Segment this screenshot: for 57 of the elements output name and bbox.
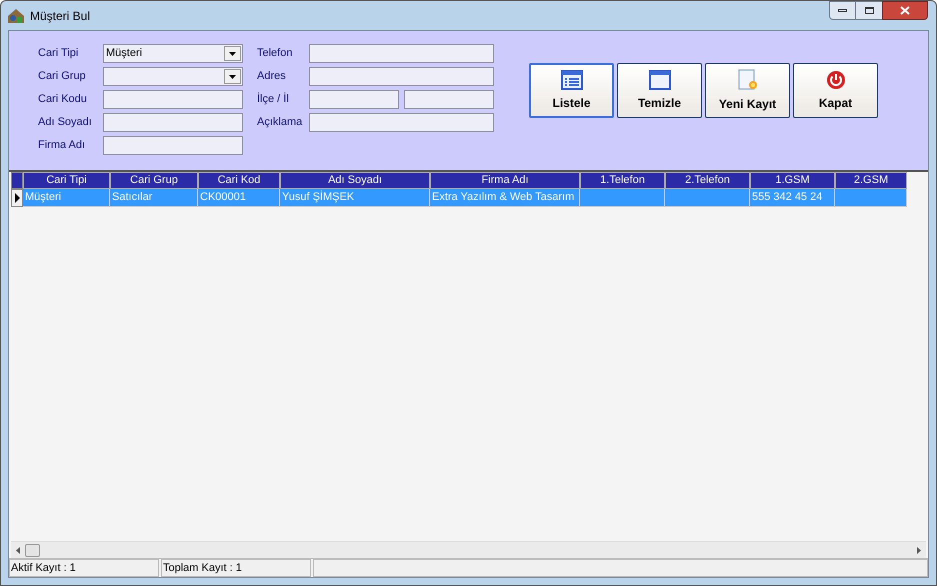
minimize-button[interactable] <box>829 1 856 20</box>
dropdown-value: Müşteri <box>106 46 142 62</box>
column-header[interactable]: Cari Kod <box>198 172 280 189</box>
close-icon <box>900 6 910 15</box>
table-cell: 555 342 45 24 <box>750 189 835 207</box>
column-header[interactable]: Cari Grup <box>110 172 198 189</box>
field-label: Cari Tipi <box>38 46 80 62</box>
input-field[interactable] <box>309 44 494 63</box>
field-label: Firma Adı <box>38 138 86 154</box>
input-field[interactable] <box>103 136 243 155</box>
horizontal-scrollbar[interactable] <box>11 541 926 558</box>
column-header[interactable]: Cari Tipi <box>23 172 110 189</box>
power-icon <box>826 70 846 90</box>
column-header[interactable]: 2.GSM <box>835 172 907 189</box>
table-cell <box>835 189 907 207</box>
table-cell: CK00001 <box>198 189 280 207</box>
toolbar-button[interactable]: Listele <box>529 63 614 118</box>
row-indicator[interactable] <box>11 189 23 207</box>
column-header[interactable]: 2.Telefon <box>665 172 750 189</box>
column-header[interactable]: Firma Adı <box>430 172 580 189</box>
app-icon <box>7 8 25 24</box>
field-label: Cari Grup <box>38 69 87 84</box>
input-field[interactable] <box>404 90 494 109</box>
corner-header <box>11 172 23 189</box>
field-label: İlçe / İl <box>257 92 290 108</box>
dropdown-field[interactable] <box>103 67 243 86</box>
field-label: Adı Soyadı <box>38 115 93 130</box>
field-label: Açıklama <box>257 115 304 130</box>
field-label: Cari Kodu <box>38 92 88 108</box>
input-field[interactable] <box>309 67 494 86</box>
table-cell: Extra Yazılım & Web Tasarım <box>430 189 580 207</box>
list-icon <box>560 70 582 90</box>
status-text: Toplam Kayıt : 1 <box>161 559 311 577</box>
field-label: Telefon <box>257 46 294 62</box>
column-header[interactable]: Adı Soyadı <box>280 172 430 189</box>
column-header[interactable]: 1.GSM <box>750 172 835 189</box>
scroll-thumb[interactable] <box>25 544 40 556</box>
input-field[interactable] <box>103 90 243 109</box>
toolbar-button[interactable]: Kapat <box>793 63 878 118</box>
close-button[interactable] <box>882 1 928 20</box>
window-icon <box>648 70 670 90</box>
window-title: Müşteri Bul <box>30 8 90 24</box>
new-document-icon <box>736 68 758 90</box>
input-field[interactable] <box>103 113 243 132</box>
input-field[interactable] <box>309 113 494 132</box>
row-pointer-icon <box>14 193 20 203</box>
table-cell: Satıcılar <box>110 189 198 207</box>
column-header[interactable]: 1.Telefon <box>580 172 665 189</box>
toolbar-button[interactable]: Yeni Kayıt <box>705 63 790 118</box>
input-field[interactable] <box>309 90 399 109</box>
field-label: Adres <box>257 69 287 84</box>
maximize-button[interactable] <box>856 1 882 20</box>
table-cell: Yusuf ŞİMŞEK <box>280 189 430 207</box>
toolbar-button[interactable]: Temizle <box>617 63 702 118</box>
dropdown-field[interactable]: Müşteri <box>103 44 243 63</box>
table-cell: Müşteri <box>23 189 110 207</box>
status-text: Aktif Kayıt : 1 <box>9 559 159 577</box>
